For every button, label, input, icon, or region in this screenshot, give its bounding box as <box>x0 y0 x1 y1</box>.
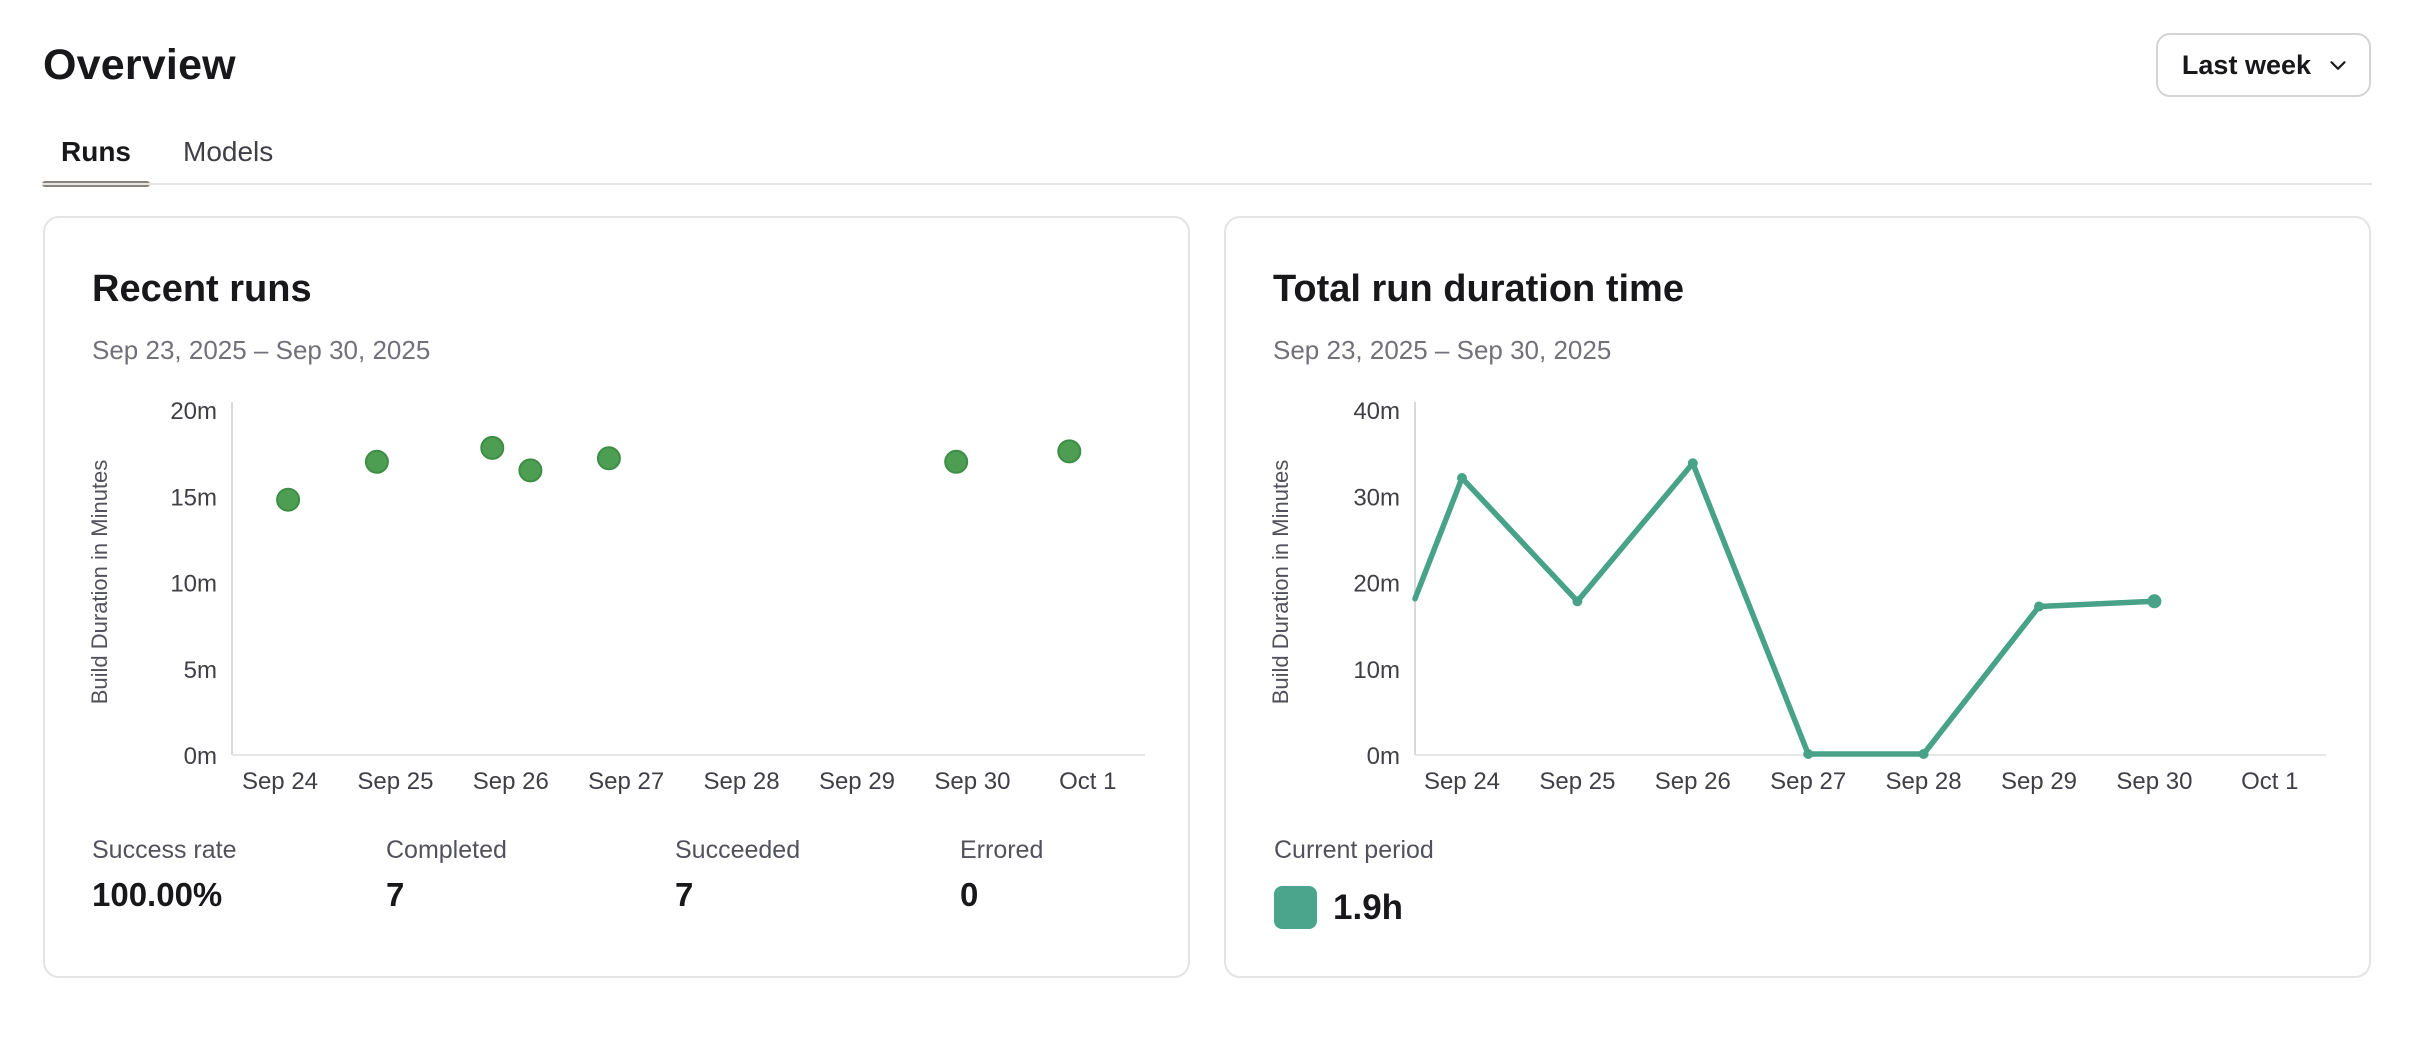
chevron-down-icon <box>2325 52 2351 78</box>
svg-text:Build Duration in Minutes: Build Duration in Minutes <box>87 460 112 705</box>
stat-label: Completed <box>386 834 507 866</box>
stat-succeeded: Succeeded 7 <box>675 834 800 918</box>
stat-label: Succeeded <box>675 834 800 866</box>
svg-text:Sep 26: Sep 26 <box>1655 768 1731 795</box>
svg-text:Sep 30: Sep 30 <box>2116 768 2192 795</box>
legend-row: 1.9h <box>1274 886 1403 929</box>
recent-runs-card: Recent runs Sep 23, 2025 – Sep 30, 2025 … <box>43 216 1190 978</box>
svg-text:Oct 1: Oct 1 <box>2241 768 2298 795</box>
total-run-duration-date-range: Sep 23, 2025 – Sep 30, 2025 <box>1273 334 1611 366</box>
svg-text:10m: 10m <box>170 571 217 598</box>
svg-text:5m: 5m <box>184 657 217 684</box>
overview-page: Overview Last week Runs Models Recent ru… <box>0 0 2414 978</box>
tab-models-label: Models <box>183 136 273 168</box>
svg-text:Sep 27: Sep 27 <box>1770 768 1846 795</box>
svg-text:Sep 24: Sep 24 <box>1424 768 1500 795</box>
svg-text:Sep 28: Sep 28 <box>704 768 780 795</box>
svg-text:Sep 24: Sep 24 <box>242 768 318 795</box>
recent-runs-title: Recent runs <box>92 266 312 312</box>
scatter-points <box>277 437 1080 511</box>
svg-text:Sep 27: Sep 27 <box>588 768 664 795</box>
stat-value: 0 <box>960 872 1043 918</box>
chart-axes: 0m 10m 20m 30m 40m Sep 24 Sep 25 Sep 26 Sep 27 Se… <box>1268 398 2326 795</box>
svg-text:40m: 40m <box>1353 398 1400 425</box>
current-period-swatch <box>1274 886 1317 929</box>
stat-value: 100.00% <box>92 872 237 918</box>
page-title: Overview <box>43 39 236 91</box>
stat-completed: Completed 7 <box>386 834 507 918</box>
legend-label: Current period <box>1274 834 1434 866</box>
svg-text:Sep 25: Sep 25 <box>357 768 433 795</box>
svg-text:Sep 29: Sep 29 <box>819 768 895 795</box>
svg-text:0m: 0m <box>1367 743 1400 770</box>
tab-separator <box>42 183 2372 185</box>
svg-text:20m: 20m <box>1353 571 1400 598</box>
svg-text:Sep 25: Sep 25 <box>1539 768 1615 795</box>
recent-runs-scatter-chart: 0m 5m 10m 15m 20m Sep 24 Sep 25 Sep 26 Sep 27 Sep… <box>45 382 1192 802</box>
tab-models[interactable]: Models <box>164 119 292 185</box>
total-run-duration-line-chart: 0m 10m 20m 30m 40m Sep 24 Sep 25 Sep 26 Sep 27 Se… <box>1226 382 2373 802</box>
svg-text:10m: 10m <box>1353 657 1400 684</box>
tab-runs-label: Runs <box>61 136 131 168</box>
top-bar: Overview Last week <box>0 0 2414 97</box>
tab-runs[interactable]: Runs <box>42 119 150 185</box>
svg-text:Sep 29: Sep 29 <box>2001 768 2077 795</box>
svg-text:Sep 30: Sep 30 <box>934 768 1010 795</box>
legend-value: 1.9h <box>1333 888 1403 928</box>
stat-errored: Errored 0 <box>960 834 1043 918</box>
svg-text:Oct 1: Oct 1 <box>1059 768 1116 795</box>
stat-value: 7 <box>675 872 800 918</box>
svg-text:Build Duration in Minutes: Build Duration in Minutes <box>1268 460 1293 705</box>
stat-success-rate: Success rate 100.00% <box>92 834 237 918</box>
period-selector-label: Last week <box>2182 50 2311 81</box>
stat-label: Success rate <box>92 834 237 866</box>
period-selector[interactable]: Last week <box>2156 33 2371 97</box>
svg-text:20m: 20m <box>170 398 217 425</box>
svg-text:Sep 26: Sep 26 <box>473 768 549 795</box>
stat-label: Errored <box>960 834 1043 866</box>
total-run-duration-title: Total run duration time <box>1273 266 1684 312</box>
recent-runs-date-range: Sep 23, 2025 – Sep 30, 2025 <box>92 334 430 366</box>
tab-bar: Runs Models <box>0 119 2414 185</box>
total-run-duration-card: Total run duration time Sep 23, 2025 – S… <box>1224 216 2371 978</box>
cards-row: Recent runs Sep 23, 2025 – Sep 30, 2025 … <box>43 216 2371 978</box>
svg-text:15m: 15m <box>170 484 217 511</box>
svg-text:30m: 30m <box>1353 484 1400 511</box>
svg-text:Sep 28: Sep 28 <box>1886 768 1962 795</box>
duration-line <box>1415 458 2161 759</box>
svg-text:0m: 0m <box>184 743 217 770</box>
stat-value: 7 <box>386 872 507 918</box>
